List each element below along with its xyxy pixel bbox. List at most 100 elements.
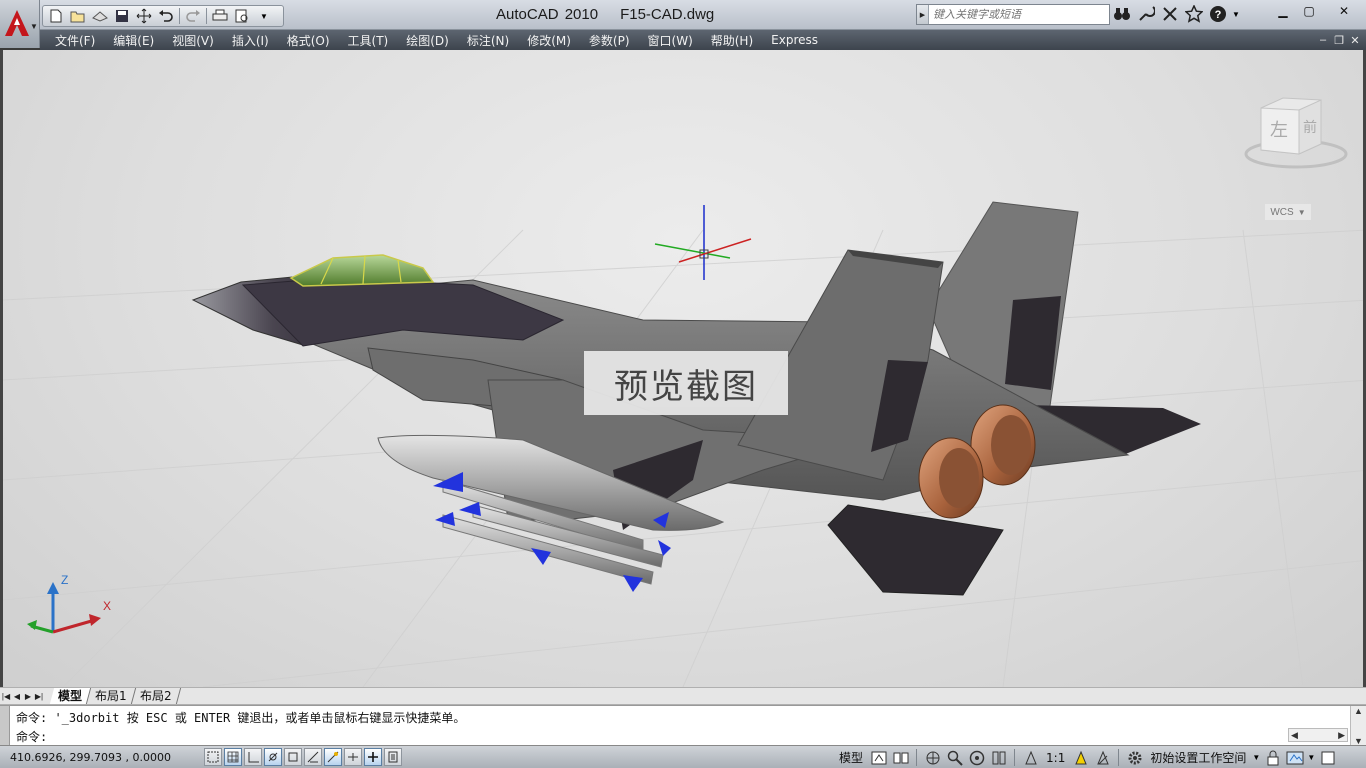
maximize-button[interactable]: ▢	[1296, 0, 1322, 22]
binoculars-icon[interactable]	[1112, 4, 1132, 24]
tab-label: 布局1	[95, 689, 127, 703]
command-vscrollbar[interactable]: ▲ ▼	[1350, 706, 1366, 746]
chevron-down-icon[interactable]: ▼	[1307, 748, 1315, 767]
annotation-scale-icon[interactable]	[1021, 748, 1040, 767]
scroll-up-icon[interactable]: ▲	[1354, 706, 1363, 716]
menu-modify[interactable]: 修改(M)	[518, 32, 580, 49]
menu-express[interactable]: Express	[762, 33, 827, 47]
menu-tools[interactable]: 工具(T)	[339, 32, 398, 49]
model-space-button[interactable]: 模型	[836, 749, 866, 766]
quick-view-drawings-icon[interactable]	[891, 748, 910, 767]
plot-icon[interactable]	[211, 7, 229, 25]
open-web-icon[interactable]	[91, 7, 109, 25]
toolbar-separator	[179, 8, 180, 24]
chevron-down-icon[interactable]: ▼	[255, 7, 273, 25]
pan-hand-icon[interactable]	[923, 748, 942, 767]
scroll-left-icon[interactable]: ◀	[1291, 730, 1298, 741]
tab-layout2[interactable]: 布局2	[131, 688, 181, 704]
toolbar-lock-icon[interactable]	[1263, 748, 1282, 767]
application-menu-button[interactable]: ▼	[0, 0, 40, 48]
layout-tabs-bar: |◀ ◀ ▶ ▶| 模型 布局1 布局2	[0, 687, 1366, 705]
menu-insert[interactable]: 插入(I)	[223, 32, 278, 49]
dynamic-ucs-icon[interactable]	[364, 748, 382, 766]
menu-window[interactable]: 窗口(W)	[639, 32, 702, 49]
last-tab-icon[interactable]: ▶|	[34, 690, 44, 702]
coordinate-readout[interactable]: 410.6926, 299.7093 , 0.0000	[10, 751, 171, 764]
hardware-acceleration-icon[interactable]	[1285, 748, 1304, 767]
menu-edit[interactable]: 编辑(E)	[104, 32, 163, 49]
scroll-right-icon[interactable]: ▶	[1338, 730, 1345, 741]
steering-wheel-icon[interactable]	[967, 748, 986, 767]
infer-constraints-icon[interactable]	[204, 748, 222, 766]
close-button[interactable]: ✕	[1322, 0, 1366, 22]
ortho-mode-icon[interactable]	[264, 748, 282, 766]
next-tab-icon[interactable]: ▶	[23, 690, 33, 702]
menu-draw[interactable]: 绘图(D)	[397, 32, 458, 49]
doc-minimize-button[interactable]: –	[1316, 33, 1330, 47]
toolbar-separator	[206, 8, 207, 24]
drafting-toggles	[204, 748, 402, 766]
window-title: AutoCAD 2010 F15-CAD.dwg	[496, 6, 736, 23]
object-snap-icon[interactable]	[304, 748, 322, 766]
zoom-icon[interactable]	[945, 748, 964, 767]
redo-icon[interactable]	[184, 7, 202, 25]
workspace-gear-icon[interactable]	[1125, 748, 1144, 767]
command-window-handle[interactable]	[0, 706, 10, 746]
ucs-cursor	[654, 205, 752, 280]
ucs-z-label: Z	[61, 574, 68, 587]
subscription-center-icon[interactable]	[1160, 4, 1180, 24]
tab-model[interactable]: 模型	[49, 688, 92, 704]
menu-view[interactable]: 视图(V)	[163, 32, 223, 49]
menu-parameters[interactable]: 参数(P)	[580, 32, 639, 49]
open-file-icon[interactable]	[69, 7, 87, 25]
dynamic-input-icon[interactable]	[384, 748, 402, 766]
workspace-switch[interactable]: 初始设置工作空间	[1147, 749, 1249, 766]
doc-restore-button[interactable]: ❐	[1332, 33, 1346, 47]
viewcube-front-face[interactable]: 前	[1303, 119, 1317, 136]
menu-file[interactable]: 文件(F)	[46, 32, 104, 49]
preview-watermark: 预览截图	[584, 351, 788, 415]
expand-arrow-icon[interactable]: ▶	[917, 5, 929, 24]
pan-icon[interactable]	[135, 7, 153, 25]
communication-center-icon[interactable]	[1136, 4, 1156, 24]
doc-close-button[interactable]: ✕	[1348, 33, 1362, 47]
status-bar-right: 模型 1:1 初始设置工作空间 ▼ ▼	[836, 748, 1337, 767]
tab-layout1[interactable]: 布局1	[86, 688, 136, 704]
new-file-icon[interactable]	[47, 7, 65, 25]
undo-icon[interactable]	[157, 7, 175, 25]
object-tracking-icon[interactable]	[344, 748, 362, 766]
auto-scale-icon[interactable]	[1093, 748, 1112, 767]
annotation-visibility-icon[interactable]	[1071, 748, 1090, 767]
chevron-down-icon[interactable]: ▼	[1252, 748, 1260, 767]
help-icon[interactable]: ?	[1208, 4, 1228, 24]
command-prompt[interactable]: 命令:	[16, 728, 47, 745]
snap-mode-icon[interactable]	[224, 748, 242, 766]
prev-tab-icon[interactable]: ◀	[12, 690, 22, 702]
3d-osnap-icon[interactable]	[324, 748, 342, 766]
save-icon[interactable]	[113, 7, 131, 25]
command-hscrollbar[interactable]: ◀ ▶	[1288, 728, 1348, 742]
search-input[interactable]	[929, 5, 1104, 24]
showmotion-icon[interactable]	[989, 748, 1008, 767]
wcs-menu[interactable]: WCS ▼	[1265, 204, 1311, 220]
tab-label: 模型	[58, 689, 83, 703]
menu-help[interactable]: 帮助(H)	[702, 32, 762, 49]
viewcube[interactable]: 左 前	[1241, 94, 1351, 174]
plot-preview-icon[interactable]	[233, 7, 251, 25]
help-dropdown-icon[interactable]: ▼	[1232, 4, 1240, 24]
grid-display-icon[interactable]	[244, 748, 262, 766]
clean-screen-icon[interactable]	[1318, 748, 1337, 767]
minimize-button[interactable]: ▁	[1270, 0, 1296, 22]
annotation-scale-value[interactable]: 1:1	[1043, 751, 1068, 765]
first-tab-icon[interactable]: |◀	[1, 690, 11, 702]
menu-format[interactable]: 格式(O)	[278, 32, 339, 49]
viewcube-left-face[interactable]: 左	[1270, 120, 1288, 141]
favorites-star-icon[interactable]	[1184, 4, 1204, 24]
menu-dimension[interactable]: 标注(N)	[458, 32, 518, 49]
drawing-viewport[interactable]: 预览截图 左 前 WCS ▼ Z X	[0, 50, 1366, 687]
quick-view-layouts-icon[interactable]	[869, 748, 888, 767]
polar-tracking-icon[interactable]	[284, 748, 302, 766]
autocad-window: ▼ AutoCAD 2010 F15-CAD.dwg ▶ ? ▼ ▁ ▢ ✕ ▼	[0, 0, 1366, 768]
chevron-down-icon: ▼	[30, 22, 38, 31]
status-bar: 410.6926, 299.7093 , 0.0000 模型 1:1 初始设置工…	[0, 745, 1366, 768]
